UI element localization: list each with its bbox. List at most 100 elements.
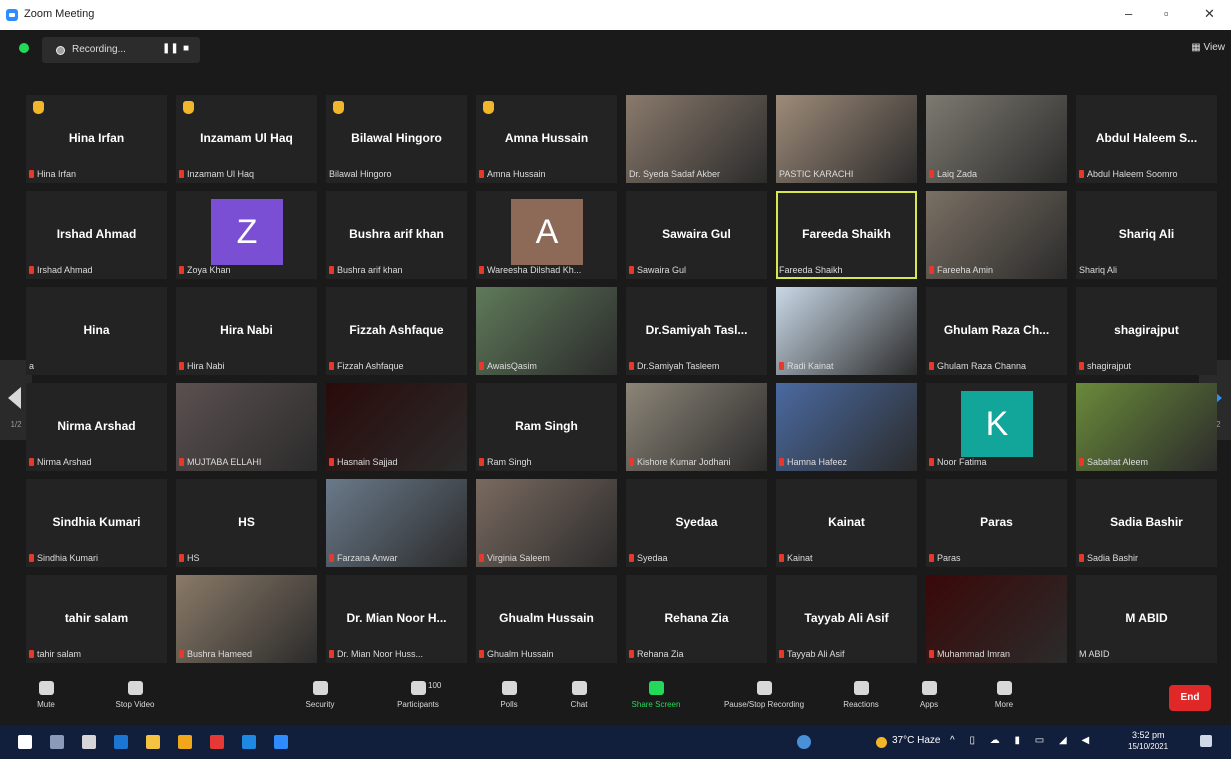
clock-time[interactable]: 3:52 pm [1132, 730, 1165, 740]
participant-display-name: Inzamam Ul Haq [200, 131, 293, 145]
participant-tile[interactable]: Sabahat Aleem [1076, 383, 1217, 471]
share-screen-button[interactable]: Share Screen [625, 673, 687, 725]
participant-display-name: Ghulam Raza Ch... [943, 323, 1050, 337]
participant-tile[interactable]: Tayyab Ali Asif Tayyab Ali Asif [776, 575, 917, 663]
microphone-icon [38, 681, 54, 695]
participant-tile[interactable]: Fizzah Ashfaque Fizzah Ashfaque [326, 287, 467, 375]
participant-tile[interactable]: Hina Irfan Hina Irfan [26, 95, 167, 183]
participant-tile[interactable]: Hina a [26, 287, 167, 375]
more-button[interactable]: More [984, 673, 1024, 725]
participant-tile[interactable]: PASTIC KARACHI [776, 95, 917, 183]
participant-count: 100 [428, 681, 442, 690]
polls-button[interactable]: Polls [490, 673, 528, 725]
participant-tile[interactable]: Sadia Bashir Sadia Bashir [1076, 479, 1217, 567]
file-explorer-icon[interactable] [178, 735, 192, 749]
participant-tile[interactable]: Syedaa Syedaa [626, 479, 767, 567]
dropbox-icon[interactable] [82, 735, 96, 749]
participant-name-label: Abdul Haleem Soomro [1079, 169, 1178, 179]
participant-tile[interactable]: M ABID M ABID [1076, 575, 1217, 663]
participant-tile[interactable]: Kainat Kainat [776, 479, 917, 567]
help-icon[interactable] [797, 735, 811, 749]
participant-tile[interactable]: Ghulam Raza Ch... Ghulam Raza Channa [926, 287, 1067, 375]
apps-button[interactable]: Apps [910, 673, 948, 725]
participant-tile[interactable]: A Wareesha Dilshad Kh... [476, 191, 617, 279]
participant-tile[interactable]: Hasnain Sajjad [326, 383, 467, 471]
restore-button[interactable]: ▫ [1164, 6, 1169, 21]
participant-name-label: Sabahat Aleem [1079, 457, 1148, 467]
app-icon[interactable] [146, 735, 160, 749]
participant-tile[interactable]: Paras Paras [926, 479, 1067, 567]
participant-tile[interactable]: Laiq Zada [926, 95, 1067, 183]
participant-tile[interactable]: Amna Hussain Amna Hussain [476, 95, 617, 183]
weather-text[interactable]: 37°C Haze [892, 735, 940, 746]
close-button[interactable]: ✕ [1204, 6, 1215, 22]
participant-tile[interactable]: Bushra Hameed [176, 575, 317, 663]
mute-button[interactable]: Mute [28, 673, 64, 725]
chat-button[interactable]: Chat [560, 673, 598, 725]
chrome-icon[interactable] [210, 735, 224, 749]
stop-recording-button[interactable]: ■ [183, 43, 189, 54]
participant-tile[interactable]: Inzamam Ul Haq Inzamam Ul Haq [176, 95, 317, 183]
participant-name-label: Tayyab Ali Asif [779, 649, 845, 659]
participant-tile[interactable]: Ram Singh Ram Singh [476, 383, 617, 471]
start-icon[interactable] [18, 735, 32, 749]
participant-tile[interactable]: tahir salam tahir salam [26, 575, 167, 663]
participant-tile[interactable]: K Noor Fatima [926, 383, 1067, 471]
view-button[interactable]: ▦ View [1191, 42, 1225, 53]
clock-date[interactable]: 15/10/2021 [1128, 742, 1168, 751]
pause-recording-button[interactable]: ❚❚ [162, 43, 179, 54]
participant-tile[interactable]: Dr. Syeda Sadaf Akber [626, 95, 767, 183]
participant-tile[interactable]: Sindhia Kumari Sindhia Kumari [26, 479, 167, 567]
window-title: Zoom Meeting [24, 8, 95, 20]
participant-tile[interactable]: Fareeda Shaikh Fareeda Shaikh [776, 191, 917, 279]
participant-tile[interactable]: Sawaira Gul Sawaira Gul [626, 191, 767, 279]
participant-tile[interactable]: Radi Kainat [776, 287, 917, 375]
participant-display-name: Syedaa [675, 515, 718, 529]
participant-tile[interactable]: Fareeha Amin [926, 191, 1067, 279]
security-button[interactable]: Security [298, 673, 342, 725]
participant-name-label: Shariq Ali [1079, 265, 1118, 275]
participant-tile[interactable]: Shariq Ali Shariq Ali [1076, 191, 1217, 279]
participant-tile[interactable]: Z Zoya Khan [176, 191, 317, 279]
notifications-icon[interactable] [1200, 735, 1212, 747]
participant-tile[interactable]: Muhammad Imran [926, 575, 1067, 663]
participant-tile[interactable]: Ghualm Hussain Ghualm Hussain [476, 575, 617, 663]
participant-display-name: Fareeda Shaikh [802, 227, 891, 241]
participant-tile[interactable]: AwaisQasim [476, 287, 617, 375]
participant-name-label: Fizzah Ashfaque [329, 361, 404, 371]
participant-tile[interactable]: Irshad Ahmad Irshad Ahmad [26, 191, 167, 279]
mail-icon[interactable] [114, 735, 128, 749]
zoom-taskbar-icon[interactable] [274, 735, 288, 749]
security-shield-icon[interactable] [19, 43, 29, 53]
participant-tile[interactable]: MUJTABA ELLAHI [176, 383, 317, 471]
participant-tile[interactable]: Rehana Zia Rehana Zia [626, 575, 767, 663]
end-meeting-button[interactable]: End [1169, 685, 1211, 711]
participant-tile[interactable]: HS HS [176, 479, 317, 567]
pause-stop-recording-button[interactable]: Pause/Stop Recording [708, 673, 820, 725]
participant-tile[interactable]: Bushra arif khan Bushra arif khan [326, 191, 467, 279]
edge-icon[interactable] [242, 735, 256, 749]
participant-tile[interactable]: Dr. Mian Noor H... Dr. Mian Noor Huss... [326, 575, 467, 663]
participant-tile[interactable]: Abdul Haleem S... Abdul Haleem Soomro [1076, 95, 1217, 183]
participant-tile[interactable]: Virginia Saleem [476, 479, 617, 567]
participant-name-label: Sawaira Gul [629, 265, 686, 275]
weather-icon [876, 737, 887, 748]
recording-label: Recording... [72, 44, 126, 55]
participant-tile[interactable]: Dr.Samiyah Tasl... Dr.Samiyah Tasleem [626, 287, 767, 375]
participant-tile[interactable]: Hira Nabi Hira Nabi [176, 287, 317, 375]
participant-name-label: Fareeha Amin [929, 265, 993, 275]
participant-display-name: Hina [83, 323, 110, 337]
task-view-icon[interactable] [50, 735, 64, 749]
stop-video-button[interactable]: Stop Video [100, 673, 170, 725]
participant-tile[interactable]: Farzana Anwar [326, 479, 467, 567]
participant-tile[interactable]: Bilawal Hingoro Bilawal Hingoro [326, 95, 467, 183]
participant-tile[interactable]: Kishore Kumar Jodhani [626, 383, 767, 471]
minimize-button[interactable]: – [1125, 6, 1132, 21]
participant-tile[interactable]: Hamna Hafeez [776, 383, 917, 471]
participant-tile[interactable]: Nirma Arshad Nirma Arshad [26, 383, 167, 471]
camera-icon [127, 681, 143, 695]
participants-button[interactable]: 100 Participants [378, 673, 458, 725]
participant-tile[interactable]: shagirajput shagirajput [1076, 287, 1217, 375]
reactions-button[interactable]: Reactions [832, 673, 890, 725]
system-tray-icons[interactable]: ^ ▯ ☁ ▮ ▭ ◢ ◀ [950, 735, 1095, 746]
